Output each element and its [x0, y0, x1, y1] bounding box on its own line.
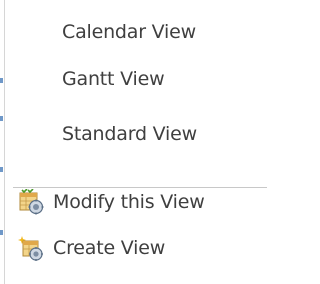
menu-item-standard-view[interactable]: Standard View	[5, 112, 267, 156]
menu-item-label: Create View	[53, 237, 166, 259]
menu-item-create-view[interactable]: Create View	[5, 226, 267, 270]
background-edge-mark	[0, 78, 3, 83]
menu-item-label: Standard View	[62, 123, 197, 145]
modify-view-icon	[18, 189, 44, 215]
menu-item-label: Calendar View	[62, 21, 196, 43]
menu-item-label: Modify this View	[53, 191, 205, 213]
page: Calendar View Gantt View Standard View M…	[0, 0, 268, 284]
menu-item-modify-this-view[interactable]: Modify this View	[5, 180, 267, 224]
menu-item-label: Gantt View	[62, 68, 165, 90]
menu-item-calendar-view[interactable]: Calendar View	[5, 10, 267, 54]
background-edge-mark	[0, 167, 3, 172]
create-view-icon	[18, 235, 44, 261]
background-edge-mark	[0, 116, 3, 121]
background-edge-mark	[0, 230, 3, 235]
view-context-menu: Calendar View Gantt View Standard View M…	[4, 0, 267, 284]
menu-item-gantt-view[interactable]: Gantt View	[5, 57, 267, 101]
